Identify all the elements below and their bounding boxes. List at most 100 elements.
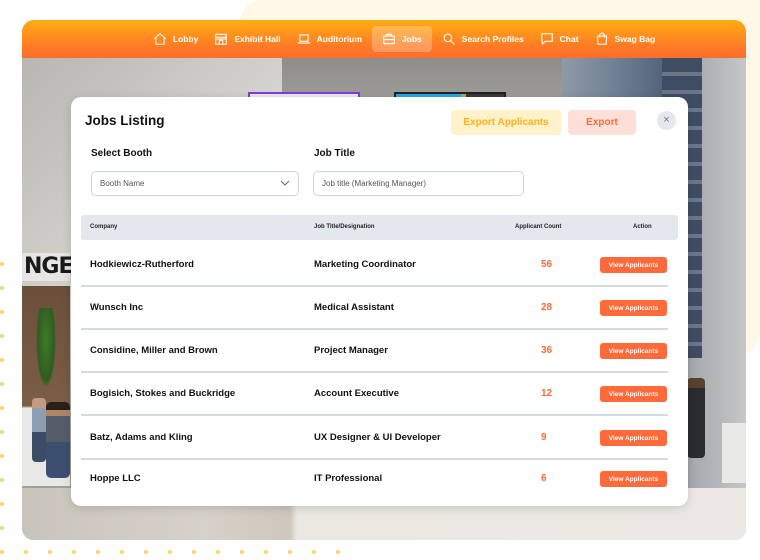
lounge-sign: NGE bbox=[22, 253, 74, 281]
job-title-input[interactable] bbox=[313, 171, 524, 196]
decorative-dot bbox=[0, 286, 4, 290]
nav-label: Exhibit Hall bbox=[234, 34, 281, 44]
page: Lobby Exhibit Hall Auditorium Jobs Searc… bbox=[0, 0, 760, 560]
attendee-figure bbox=[32, 398, 46, 462]
decorative-dot bbox=[0, 310, 4, 314]
decorative-dot bbox=[144, 550, 148, 554]
table-row: Hodkiewicz-Rutherford Marketing Coordina… bbox=[81, 244, 668, 287]
table-row: Bogisich, Stokes and Buckridge Account E… bbox=[81, 373, 668, 416]
job-title-cell: Project Manager bbox=[314, 345, 388, 356]
decorative-dot bbox=[0, 502, 4, 506]
decorative-dot bbox=[72, 550, 76, 554]
decorative-dot bbox=[0, 262, 4, 266]
decorative-dot bbox=[264, 550, 268, 554]
applicant-count-cell: 12 bbox=[541, 388, 553, 399]
laptop-icon bbox=[297, 34, 310, 44]
view-applicants-button[interactable]: View Applicants bbox=[600, 300, 667, 316]
decorative-dot bbox=[0, 430, 4, 434]
decorative-dot bbox=[0, 358, 4, 362]
table-row: Hoppe LLC IT Professional 6 View Applica… bbox=[81, 458, 668, 501]
attendee-figure bbox=[46, 402, 70, 478]
view-applicants-button[interactable]: View Applicants bbox=[600, 430, 667, 446]
nav-item-exhibit-hall[interactable]: Exhibit Hall bbox=[208, 26, 286, 52]
search-icon bbox=[443, 33, 455, 45]
decorative-dot bbox=[24, 550, 28, 554]
top-navigation-bar: Lobby Exhibit Hall Auditorium Jobs Searc… bbox=[22, 20, 746, 58]
column-header-job-title: Job Title/Designation bbox=[314, 224, 375, 230]
table-header: Company Job Title/Designation Applicant … bbox=[81, 215, 678, 240]
job-title-cell: Marketing Coordinator bbox=[314, 259, 416, 270]
table-row: Considine, Miller and Brown Project Mana… bbox=[81, 330, 668, 373]
table-row: Batz, Adams and Kling UX Designer & UI D… bbox=[81, 417, 668, 460]
job-title-cell: UX Designer & UI Developer bbox=[314, 432, 441, 443]
nav-item-lobby[interactable]: Lobby bbox=[147, 26, 205, 52]
view-applicants-button[interactable]: View Applicants bbox=[600, 257, 667, 273]
jobs-listing-modal: Jobs Listing Export Applicants Export × … bbox=[71, 97, 688, 506]
export-applicants-button[interactable]: Export Applicants bbox=[451, 110, 561, 135]
booth-select[interactable]: Booth Name bbox=[91, 171, 299, 196]
nav-item-swag-bag[interactable]: Swag Bag bbox=[589, 26, 662, 52]
home-icon bbox=[154, 33, 166, 45]
applicant-count-cell: 9 bbox=[541, 432, 547, 443]
nav-label: Auditorium bbox=[316, 34, 362, 44]
company-cell: Considine, Miller and Brown bbox=[90, 345, 218, 356]
decorative-dot bbox=[48, 550, 52, 554]
decorative-dot bbox=[168, 550, 172, 554]
column-header-company: Company bbox=[90, 224, 118, 230]
attendee-figure bbox=[687, 378, 705, 458]
decorative-dots-bottom bbox=[0, 550, 350, 556]
view-applicants-button[interactable]: View Applicants bbox=[600, 471, 667, 487]
job-title-cell: Medical Assistant bbox=[314, 302, 394, 313]
decorative-dot bbox=[120, 550, 124, 554]
nav-label: Chat bbox=[559, 34, 579, 44]
nav-label: Swag Bag bbox=[614, 34, 656, 44]
booth-select-value: Booth Name bbox=[100, 179, 145, 188]
chat-bubble-icon bbox=[540, 33, 553, 45]
decorative-dots-left bbox=[0, 262, 6, 552]
decorative-dot bbox=[0, 454, 4, 458]
decorative-dot bbox=[0, 382, 4, 386]
applicant-count-cell: 28 bbox=[541, 302, 553, 313]
select-booth-label: Select Booth bbox=[91, 148, 153, 159]
decorative-dot bbox=[0, 550, 4, 554]
modal-title: Jobs Listing bbox=[85, 113, 165, 128]
nav-item-chat[interactable]: Chat bbox=[534, 26, 585, 52]
briefcase-icon bbox=[383, 33, 395, 45]
decorative-dot bbox=[0, 526, 4, 530]
decorative-dot bbox=[240, 550, 244, 554]
nav-item-search-profiles[interactable]: Search Profiles bbox=[436, 26, 530, 52]
display-board bbox=[722, 423, 746, 483]
decorative-dot bbox=[96, 550, 100, 554]
job-title-label: Job Title bbox=[314, 148, 355, 159]
decorative-dot bbox=[0, 406, 4, 410]
applicant-count-cell: 6 bbox=[541, 473, 547, 484]
job-title-cell: IT Professional bbox=[314, 473, 383, 484]
company-cell: Hodkiewicz-Rutherford bbox=[90, 259, 194, 270]
decorative-dot bbox=[192, 550, 196, 554]
company-cell: Hoppe LLC bbox=[90, 473, 141, 484]
nav-item-auditorium[interactable]: Auditorium bbox=[291, 26, 368, 52]
view-applicants-button[interactable]: View Applicants bbox=[600, 386, 667, 402]
column-header-applicant-count: Applicant Count bbox=[515, 224, 562, 230]
applicant-count-cell: 36 bbox=[541, 345, 553, 356]
export-button[interactable]: Export bbox=[568, 110, 636, 135]
nav-label: Search Profiles bbox=[461, 34, 524, 44]
job-title-cell: Account Executive bbox=[314, 388, 399, 399]
company-cell: Wunsch Inc bbox=[90, 302, 144, 313]
plant bbox=[36, 308, 56, 388]
view-applicants-button[interactable]: View Applicants bbox=[600, 343, 667, 359]
nav-label: Lobby bbox=[172, 34, 199, 44]
nav-label: Jobs bbox=[401, 34, 422, 44]
chevron-down-icon bbox=[280, 180, 290, 186]
company-cell: Batz, Adams and Kling bbox=[90, 432, 193, 443]
decorative-dot bbox=[0, 478, 4, 482]
company-cell: Bogisich, Stokes and Buckridge bbox=[90, 388, 236, 399]
table-row: Wunsch Inc Medical Assistant 28 View App… bbox=[81, 287, 668, 330]
close-icon[interactable]: × bbox=[657, 111, 676, 130]
decorative-dot bbox=[288, 550, 292, 554]
decorative-dot bbox=[336, 550, 340, 554]
nav-item-jobs[interactable]: Jobs bbox=[371, 26, 432, 52]
decorative-dot bbox=[216, 550, 220, 554]
column-header-action: Action bbox=[633, 224, 652, 230]
decorative-dot bbox=[312, 550, 316, 554]
